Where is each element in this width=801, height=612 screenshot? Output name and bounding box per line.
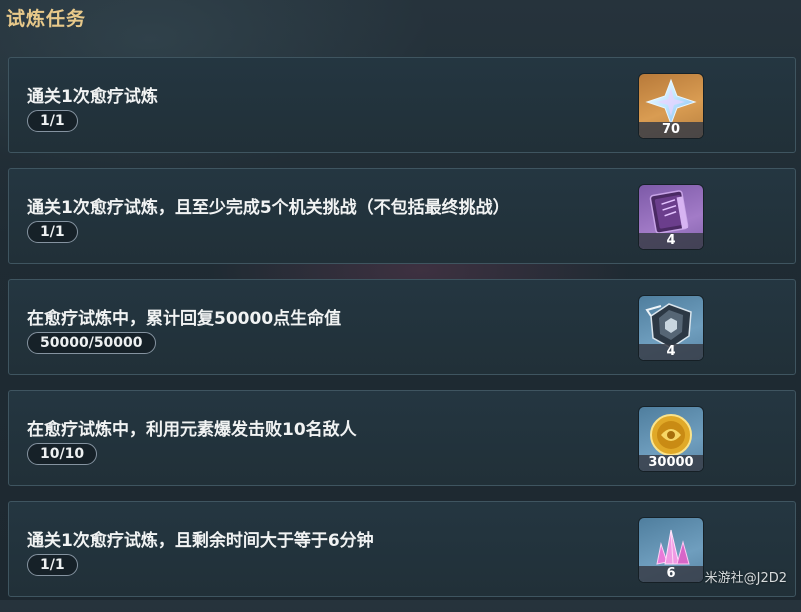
task-progress-badge: 1/1 [27,110,78,132]
reward-slot[interactable]: 4 [639,296,703,360]
page-title: 试炼任务 [6,8,87,30]
task-item-2[interactable]: 通关1次愈疗试炼，且至少完成5个机关挑战（不包括最终挑战） 1/1 4 [8,168,796,264]
reward-count: 4 [639,233,703,249]
task-progress-badge: 50000/50000 [27,332,156,354]
task-item-3[interactable]: 在愈疗试炼中，累计回复50000点生命值 50000/50000 4 [8,279,796,375]
reward-slot[interactable]: 6 [639,518,703,582]
task-description: 通关1次愈疗试炼，且剩余时间大于等于6分钟 [27,531,374,551]
task-progress-badge: 1/1 [27,221,78,243]
reward-slot[interactable]: 70 [639,74,703,138]
task-description: 通关1次愈疗试炼 [27,87,158,107]
watermark: 米游社@J2D2 [704,571,787,586]
task-item-4[interactable]: 在愈疗试炼中，利用元素爆发击败10名敌人 10/10 30000 [8,390,796,486]
task-progress-badge: 1/1 [27,554,78,576]
reward-slot[interactable]: 30000 [639,407,703,471]
task-item-5[interactable]: 通关1次愈疗试炼，且剩余时间大于等于6分钟 1/1 6 [8,501,796,597]
task-progress-badge: 10/10 [27,443,98,465]
task-item-1[interactable]: 通关1次愈疗试炼 1/1 70 [8,57,796,153]
task-description: 通关1次愈疗试炼，且至少完成5个机关挑战（不包括最终挑战） [27,198,510,218]
reward-count: 6 [639,566,703,582]
reward-count: 30000 [639,455,703,471]
reward-count: 4 [639,344,703,360]
reward-slot[interactable]: 4 [639,185,703,249]
task-description: 在愈疗试炼中，利用元素爆发击败10名敌人 [27,420,357,440]
reward-count: 70 [639,122,703,138]
task-description: 在愈疗试炼中，累计回复50000点生命值 [27,309,342,329]
task-list: 通关1次愈疗试炼 1/1 70 通关1次愈疗试炼，且至少完成5个机关挑战（不包括… [8,57,796,612]
